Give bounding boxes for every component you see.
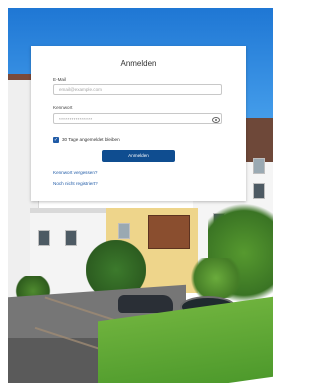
remember-checkbox[interactable]: ✓ <box>53 137 59 143</box>
page-title: Anmelden <box>120 59 157 68</box>
password-label: Kennwort <box>53 105 73 110</box>
register-link[interactable]: Noch nicht registriert? <box>53 181 98 186</box>
right-building-roof <box>244 118 273 162</box>
forgot-password-link[interactable]: Kennwort vergessen? <box>53 170 97 175</box>
password-field[interactable]: **************** <box>53 113 222 124</box>
eye-icon[interactable] <box>212 117 220 123</box>
car <box>118 295 173 313</box>
login-card: Anmelden E-Mail Kennwort ***************… <box>31 46 246 201</box>
login-button[interactable]: Anmelden <box>102 150 175 162</box>
window <box>65 230 77 246</box>
window <box>118 223 130 239</box>
remember-label: 30 Tage angemeldet bleiben <box>62 137 120 142</box>
balcony <box>148 215 190 249</box>
email-field[interactable] <box>53 84 222 95</box>
window <box>253 183 265 199</box>
email-label: E-Mail <box>53 77 67 82</box>
shrub <box>186 258 246 298</box>
window <box>253 158 265 174</box>
window <box>38 230 50 246</box>
